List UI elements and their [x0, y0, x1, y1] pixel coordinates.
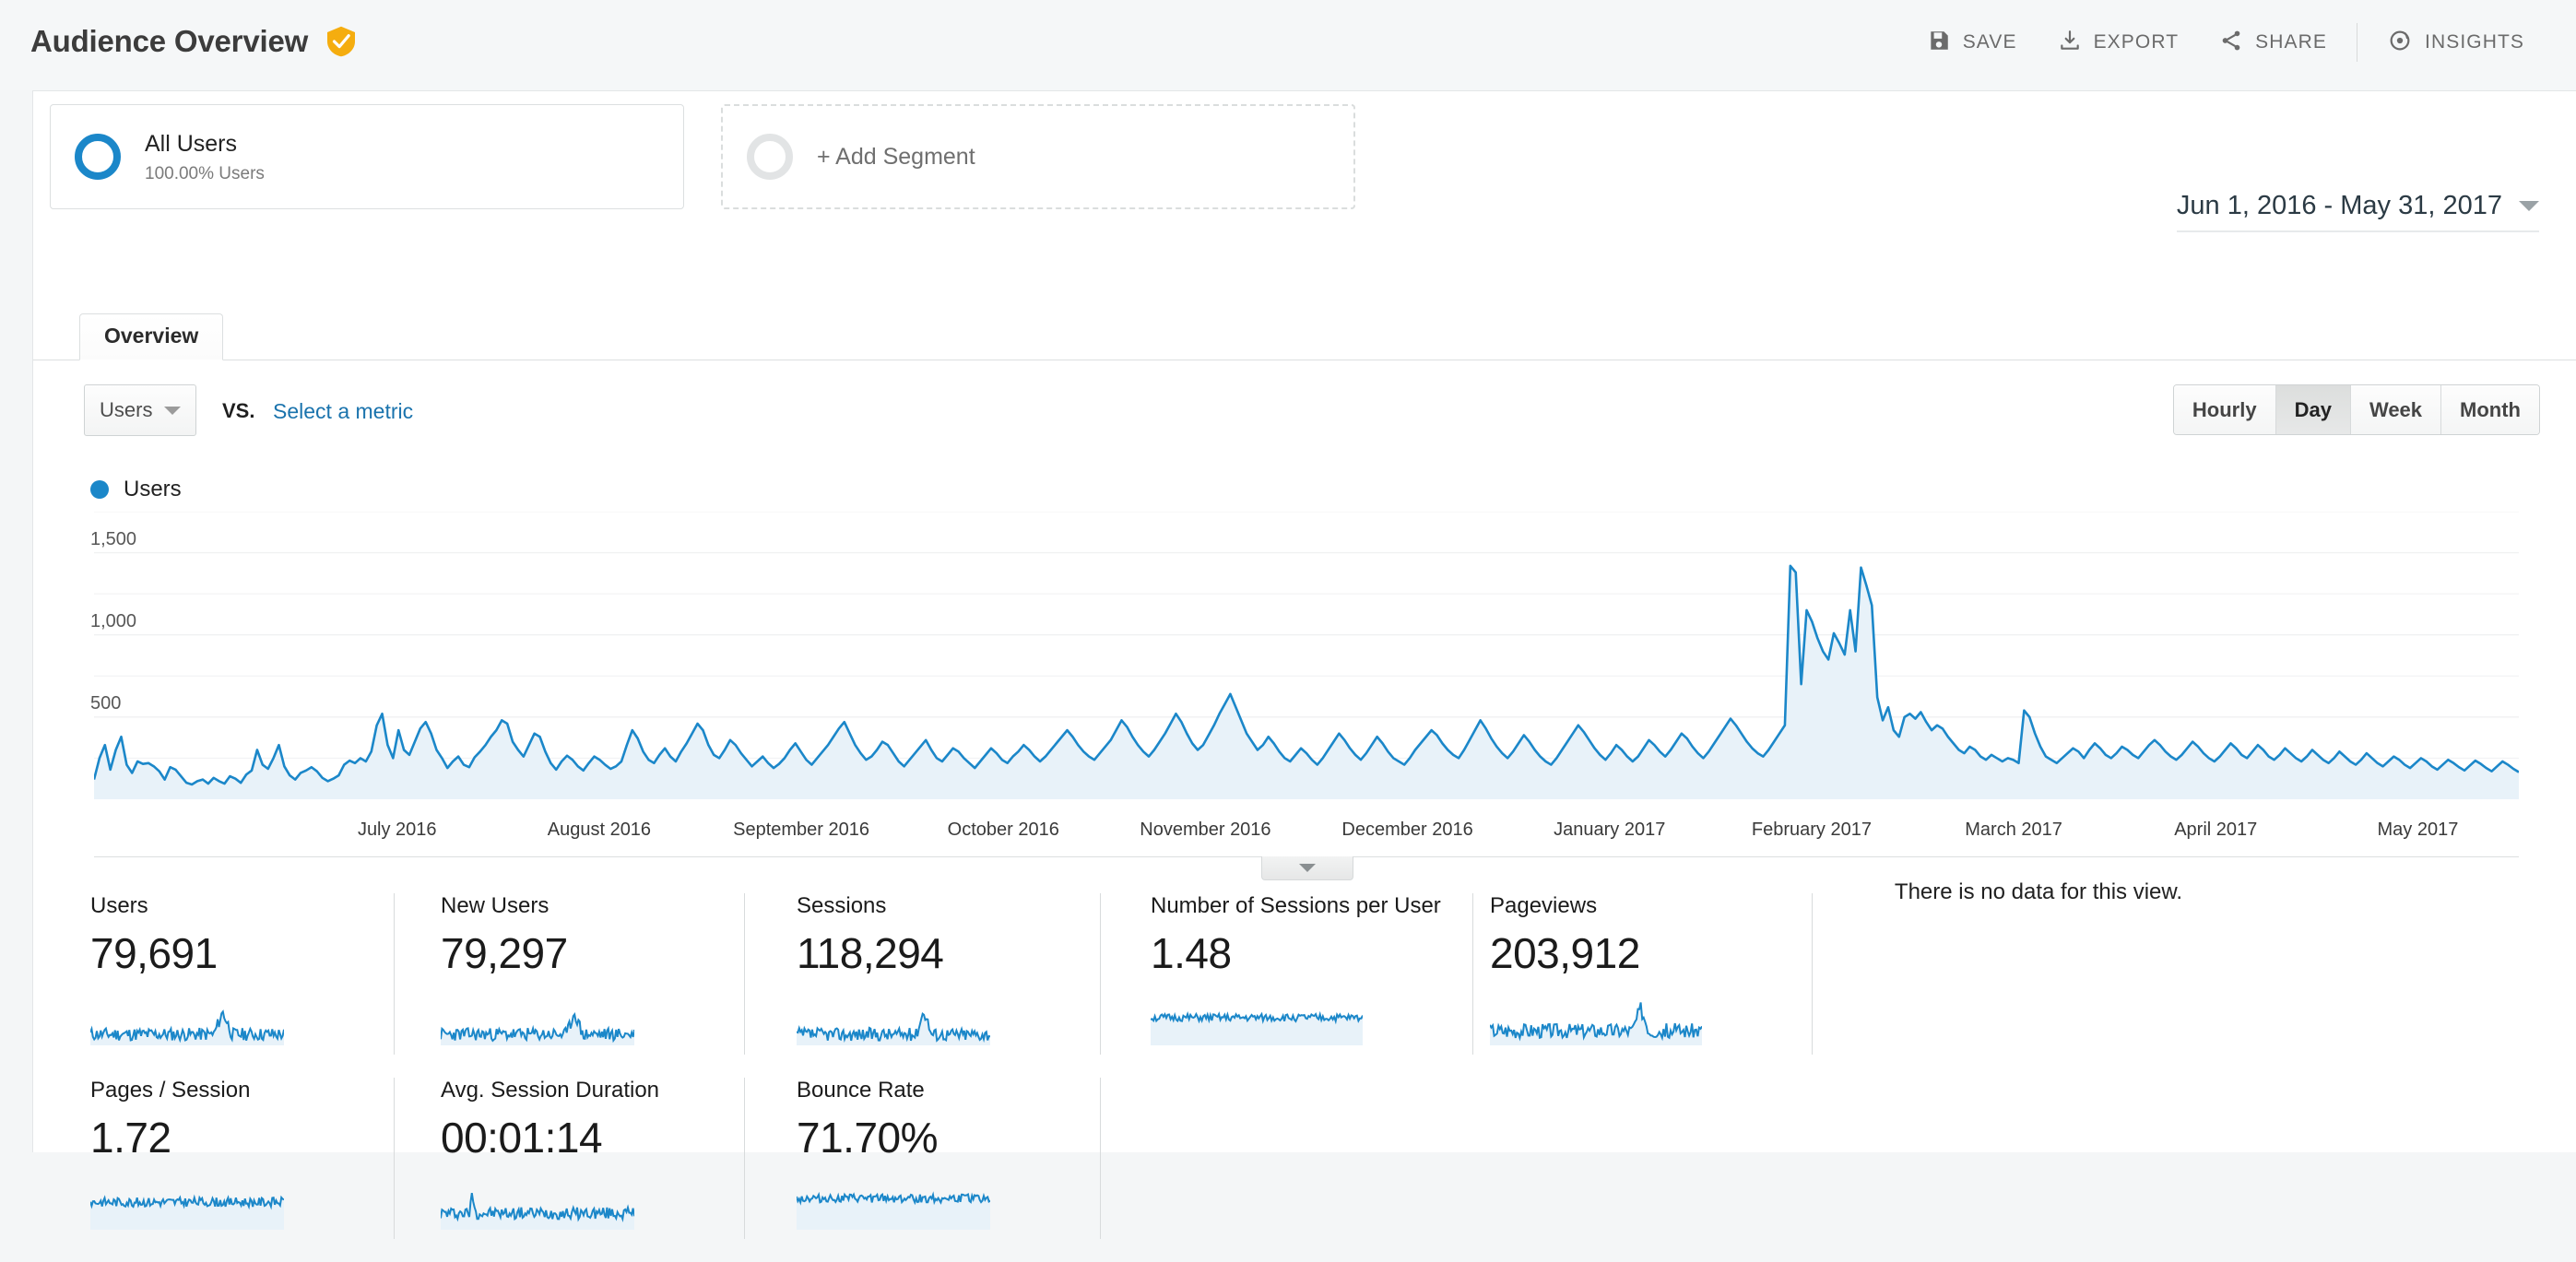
- granularity-day[interactable]: Day: [2275, 385, 2351, 434]
- sparkline: [1490, 1002, 1702, 1045]
- primary-metric-value: Users: [100, 398, 153, 421]
- vs-label: VS.: [222, 399, 255, 422]
- share-button[interactable]: SHARE: [2199, 21, 2347, 64]
- y-axis-tick-1000: 1,000: [90, 610, 137, 631]
- metric-card-label: Bounce Rate: [797, 1078, 925, 1103]
- metric-selector-row: Users VS. Select a metric Hourly Day Wee…: [33, 384, 2576, 440]
- granularity-hourly[interactable]: Hourly: [2173, 385, 2276, 434]
- export-button[interactable]: EXPORT: [2038, 21, 2200, 64]
- sparkline: [797, 1191, 990, 1230]
- chevron-down-icon: [1299, 864, 1316, 872]
- add-segment-button[interactable]: + Add Segment: [721, 104, 1355, 209]
- add-segment-ring-icon: [747, 134, 793, 180]
- main-panel: All Users 100.00% Users + Add Segment Ju…: [32, 90, 2576, 1239]
- metric-card-label: Pageviews: [1490, 893, 1598, 918]
- sparkline: [1151, 1010, 1363, 1045]
- metric-card-value: 71.70%: [797, 1114, 939, 1162]
- metric-card-value: 79,297: [441, 929, 568, 977]
- x-axis-tick: September 2016: [733, 820, 870, 840]
- y-axis-tick-500: 500: [90, 692, 122, 714]
- export-label: EXPORT: [2093, 31, 2180, 53]
- export-download-icon: [2058, 29, 2082, 57]
- chart-legend: Users: [90, 477, 182, 502]
- sparkline: [441, 1012, 634, 1045]
- metric-card-value: 118,294: [797, 929, 944, 977]
- metric-card-value: 1.72: [90, 1114, 171, 1162]
- tab-overview[interactable]: Overview: [79, 313, 224, 360]
- segment-name: All Users: [145, 131, 238, 158]
- metric-card[interactable]: Pages / Session 1.72: [90, 1078, 395, 1239]
- add-segment-label: + Add Segment: [817, 143, 975, 170]
- segment-all-users[interactable]: All Users 100.00% Users: [50, 104, 684, 209]
- save-label: SAVE: [1962, 31, 2017, 53]
- header-actions: SAVE EXPORT SHARE INSIGHTS: [1907, 20, 2545, 65]
- metric-card[interactable]: Avg. Session Duration 00:01:14: [441, 1078, 745, 1239]
- metric-card-label: Pages / Session: [90, 1078, 251, 1103]
- granularity-month[interactable]: Month: [2441, 385, 2539, 434]
- date-range-picker[interactable]: Jun 1, 2016 - May 31, 2017: [2176, 191, 2539, 232]
- metric-card-label: Users: [90, 893, 148, 918]
- chart-collapse-handle[interactable]: [1261, 856, 1353, 880]
- date-range-value: Jun 1, 2016 - May 31, 2017: [2176, 191, 2502, 220]
- verified-shield-icon: [327, 26, 355, 57]
- metric-card-label: Avg. Session Duration: [441, 1078, 660, 1103]
- granularity-week[interactable]: Week: [2350, 385, 2442, 434]
- metric-card-row-2: Pages / Session 1.72 Avg. Session Duration…: [33, 1078, 2576, 1262]
- share-label: SHARE: [2255, 31, 2328, 53]
- metric-card[interactable]: New Users 79,297: [441, 893, 745, 1055]
- sparkline: [90, 1194, 284, 1230]
- save-icon: [1927, 29, 1951, 57]
- page-header: Audience Overview SAVE EXPORT SHARE INSI…: [0, 0, 2576, 90]
- users-timeseries-chart[interactable]: [94, 512, 2519, 843]
- sparkline: [441, 1193, 634, 1230]
- insights-atom-icon: [2387, 28, 2413, 58]
- x-axis-tick: May 2017: [2377, 820, 2459, 840]
- x-axis-tick: January 2017: [1554, 820, 1666, 840]
- sparkline: [90, 1009, 284, 1045]
- select-a-metric-link[interactable]: Select a metric: [273, 399, 413, 424]
- segment-percentage: 100.00% Users: [145, 163, 265, 183]
- share-icon: [2219, 29, 2243, 57]
- tabs-bar: Overview: [33, 313, 2576, 360]
- metric-card[interactable]: Bounce Rate 71.70%: [797, 1078, 1101, 1239]
- legend-label: Users: [124, 477, 182, 501]
- metric-card[interactable]: Sessions 118,294: [797, 893, 1101, 1055]
- primary-metric-dropdown[interactable]: Users: [84, 384, 196, 436]
- x-axis-tick: March 2017: [1965, 820, 2062, 840]
- metric-card-label: Number of Sessions per User: [1151, 893, 1441, 918]
- x-axis-tick: December 2016: [1341, 820, 1473, 840]
- x-axis-tick: February 2017: [1751, 820, 1872, 840]
- granularity-toggle-group: Hourly Day Week Month: [2172, 384, 2540, 435]
- metric-card-value: 79,691: [90, 929, 218, 977]
- metric-card-value: 00:01:14: [441, 1114, 603, 1162]
- metric-card-label: New Users: [441, 893, 549, 918]
- x-axis-tick: April 2017: [2174, 820, 2258, 840]
- sparkline: [797, 1011, 990, 1045]
- chevron-down-icon: [2519, 201, 2539, 211]
- metric-card[interactable]: Pageviews 203,912: [1490, 893, 1813, 1055]
- page-title: Audience Overview: [30, 24, 309, 58]
- insights-label: INSIGHTS: [2425, 31, 2524, 53]
- save-button[interactable]: SAVE: [1907, 21, 2038, 64]
- y-axis-tick-1500: 1,500: [90, 528, 137, 549]
- x-axis-tick: August 2016: [547, 820, 652, 840]
- no-data-message: There is no data for this view.: [1894, 879, 2183, 904]
- metric-card[interactable]: Users 79,691: [90, 893, 395, 1055]
- chevron-down-icon: [164, 406, 181, 415]
- x-axis-labels: July 2016 August 2016 September 2016 Octobe…: [33, 820, 2576, 856]
- legend-color-dot: [90, 480, 109, 499]
- x-axis-tick: November 2016: [1140, 820, 1271, 840]
- metric-card-label: Sessions: [797, 893, 887, 918]
- metric-card-row-1: Users 79,691 New Users 79,297 Sessions 118,29…: [33, 893, 2576, 1078]
- metric-card-value: 203,912: [1490, 929, 1640, 977]
- metric-cards: Users 79,691 New Users 79,297 Sessions 118,29…: [33, 893, 2576, 1262]
- insights-button[interactable]: INSIGHTS: [2367, 21, 2545, 64]
- metric-card[interactable]: Number of Sessions per User 1.48: [1151, 893, 1473, 1055]
- chart-plot-area[interactable]: 1,500 1,000 500: [33, 512, 2576, 799]
- x-axis-tick: October 2016: [947, 820, 1059, 840]
- segment-ring-icon: [75, 134, 121, 180]
- metric-card-value: 1.48: [1151, 929, 1232, 977]
- x-axis-tick: July 2016: [357, 820, 437, 840]
